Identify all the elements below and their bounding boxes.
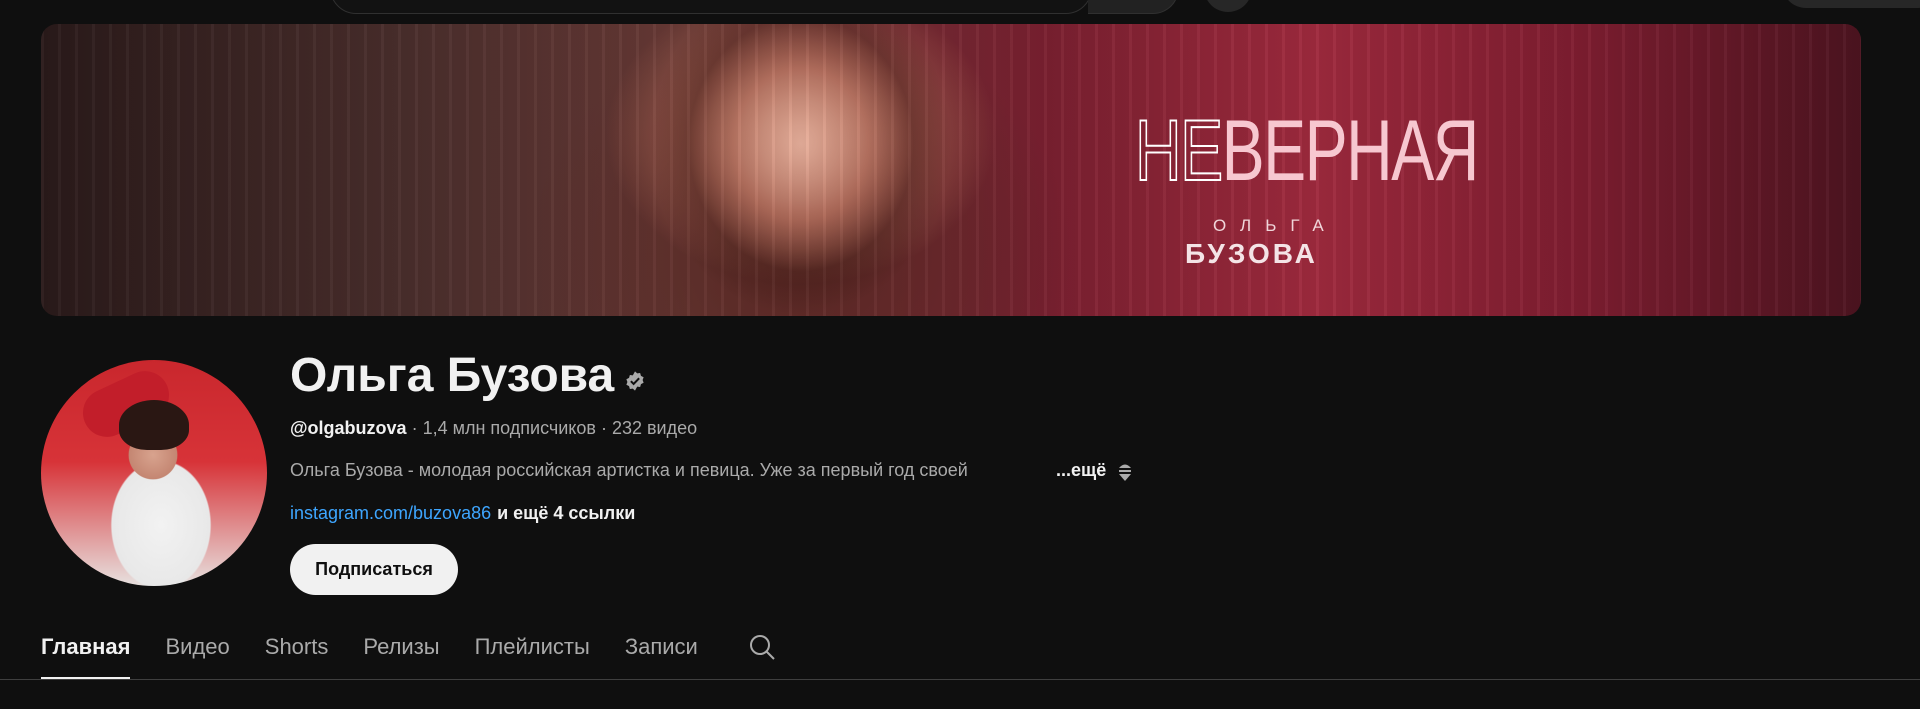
voice-search-button[interactable] [1204, 0, 1252, 12]
banner-artist-last: БУЗОВА [1185, 238, 1318, 269]
video-count: 232 видео [611, 418, 698, 438]
description-fade [990, 456, 1050, 484]
channel-tabs: Главная Видео Shorts Релизы Плейлисты За… [41, 628, 777, 680]
avatar-hair [119, 400, 189, 450]
search-button[interactable] [1088, 0, 1179, 14]
search-box[interactable] [330, 0, 1092, 14]
meta-separator-2: · [595, 418, 612, 438]
subscribe-button[interactable]: Подписаться [290, 544, 458, 595]
banner-artist-first: ОЛЬГА [1213, 216, 1338, 235]
tab-releases[interactable]: Релизы [363, 628, 439, 680]
channel-name: Ольга Бузова [290, 349, 615, 402]
meta-separator-1: · [406, 418, 423, 438]
verified-icon [626, 371, 644, 391]
banner-title-ne: НЕ [1134, 103, 1224, 199]
instagram-link[interactable]: instagram.com/buzova86 [290, 503, 491, 523]
subscriber-count: 1,4 млн подписчиков [422, 418, 596, 438]
channel-avatar[interactable] [41, 360, 267, 586]
banner-title: НЕВЕРНАЯ [1134, 107, 1479, 195]
channel-meta: @olgabuzova · 1,4 млн подписчиков · 232 … [290, 418, 697, 439]
tab-videos[interactable]: Видео [165, 628, 229, 680]
tabs-divider [0, 679, 1920, 680]
channel-handle: @olgabuzova [290, 418, 407, 438]
banner-title-rest: ВЕРНАЯ [1221, 103, 1480, 199]
tab-home[interactable]: Главная [41, 628, 131, 680]
channel-description[interactable]: Ольга Бузова - молодая российская артист… [290, 460, 1060, 481]
topbar-actions[interactable] [1782, 0, 1920, 8]
more-links[interactable]: и ещё 4 ссылки [497, 503, 635, 523]
search-icon[interactable] [747, 632, 777, 662]
tab-posts[interactable]: Записи [625, 628, 698, 680]
channel-banner: НЕВЕРНАЯ ОЛЬГА БУЗОВА [41, 24, 1861, 316]
expand-icon[interactable] [1116, 459, 1134, 483]
channel-links: instagram.com/buzova86 и ещё 4 ссылки [290, 503, 635, 524]
tab-playlists[interactable]: Плейлисты [475, 628, 590, 680]
banner-texture [41, 24, 1861, 316]
description-more-link[interactable]: ...ещё [1056, 460, 1106, 481]
tab-shorts[interactable]: Shorts [265, 628, 329, 680]
